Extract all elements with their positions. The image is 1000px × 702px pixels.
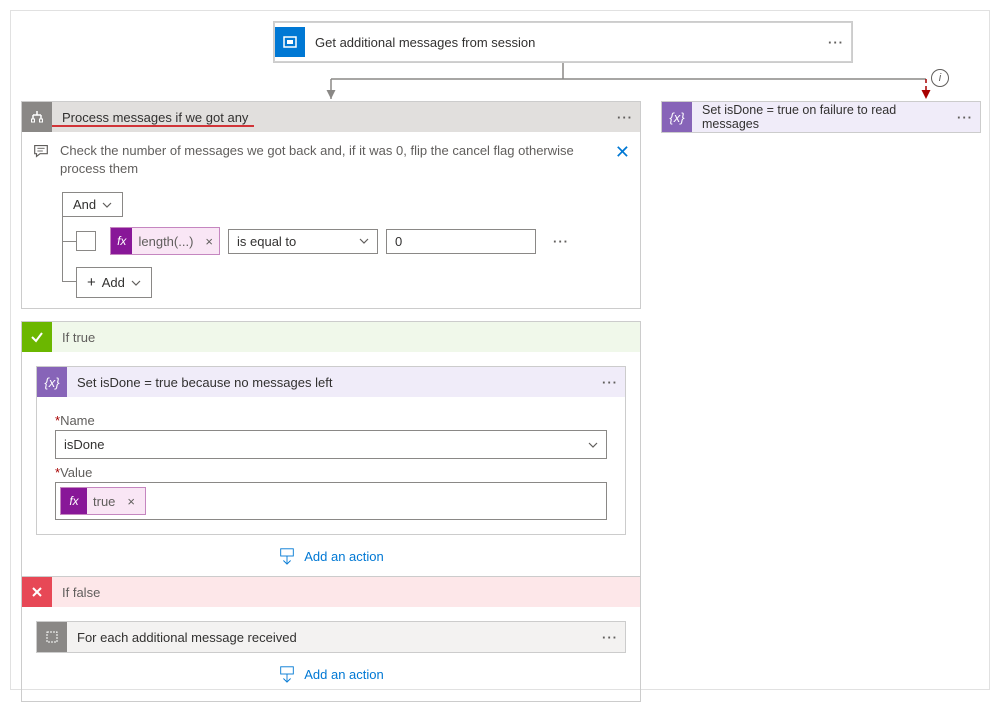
more-menu-icon[interactable]: ··· bbox=[821, 35, 851, 50]
condition-card: Process messages if we got any ··· ✕ Che… bbox=[21, 101, 641, 309]
comment-icon bbox=[32, 142, 52, 162]
failure-action-header[interactable]: {x} Set isDone = true on failure to read… bbox=[662, 102, 980, 132]
action-title: Set isDone = true on failure to read mes… bbox=[692, 103, 950, 131]
set-variable-header[interactable]: {x} Set isDone = true because no message… bbox=[37, 367, 625, 397]
condition-header[interactable]: Process messages if we got any ··· bbox=[22, 102, 640, 132]
foreach-header[interactable]: For each additional message received ··· bbox=[37, 622, 625, 652]
if-true-title: If true bbox=[52, 330, 640, 345]
if-true-header[interactable]: If true bbox=[22, 322, 640, 352]
condition-row: fx length(...) × is equal to 0 ··· bbox=[76, 227, 606, 255]
add-action-icon bbox=[278, 665, 296, 683]
close-comment-icon[interactable]: ✕ bbox=[615, 142, 630, 163]
failure-action-card: {x} Set isDone = true on failure to read… bbox=[661, 101, 981, 133]
name-select[interactable]: isDone bbox=[55, 430, 607, 459]
expression-pill[interactable]: fx length(...) × bbox=[110, 227, 220, 255]
fx-icon: fx bbox=[111, 228, 132, 254]
foreach-action: For each additional message received ··· bbox=[36, 621, 626, 653]
more-menu-icon[interactable]: ··· bbox=[595, 630, 625, 645]
if-false-branch: If false For each additional message rec… bbox=[21, 576, 641, 702]
x-icon bbox=[22, 577, 52, 607]
condition-icon bbox=[22, 102, 52, 132]
add-condition-button[interactable]: + Add bbox=[76, 267, 152, 298]
foreach-icon bbox=[37, 622, 67, 652]
if-false-title: If false bbox=[52, 585, 640, 600]
action-get-additional-messages[interactable]: Get additional messages from session ··· bbox=[273, 21, 853, 63]
value-input[interactable]: 0 bbox=[386, 229, 536, 254]
value-field-label: *Value bbox=[55, 465, 607, 480]
chevron-down-icon bbox=[588, 440, 598, 450]
action-title: For each additional message received bbox=[67, 630, 595, 645]
chevron-down-icon bbox=[102, 200, 112, 210]
checkmark-icon bbox=[22, 322, 52, 352]
if-true-branch: If true {x} Set isDone = true because no… bbox=[21, 321, 641, 584]
plus-icon: + bbox=[87, 274, 96, 291]
action-title: Get additional messages from session bbox=[305, 35, 821, 50]
variable-icon: {x} bbox=[662, 102, 692, 132]
if-false-header[interactable]: If false bbox=[22, 577, 640, 607]
variable-icon: {x} bbox=[37, 367, 67, 397]
more-menu-icon[interactable]: ··· bbox=[610, 110, 640, 125]
designer-canvas: i Get additional messages from session ·… bbox=[10, 10, 990, 690]
add-action-button[interactable]: Add an action bbox=[36, 535, 626, 569]
remove-token-icon[interactable]: × bbox=[121, 494, 141, 509]
condition-comment: Check the number of messages we got back… bbox=[60, 142, 606, 178]
run-after-info-icon[interactable]: i bbox=[931, 69, 949, 87]
servicebus-icon bbox=[275, 27, 305, 57]
fx-icon: fx bbox=[61, 488, 87, 514]
operator-select[interactable]: is equal to bbox=[228, 229, 378, 254]
more-menu-icon[interactable]: ··· bbox=[595, 375, 625, 390]
value-input[interactable]: fx true × bbox=[55, 482, 607, 520]
add-action-icon bbox=[278, 547, 296, 565]
validation-underline bbox=[52, 125, 254, 127]
chevron-down-icon bbox=[359, 236, 369, 246]
add-action-button[interactable]: Add an action bbox=[36, 653, 626, 687]
expression-pill[interactable]: fx true × bbox=[60, 487, 146, 515]
set-variable-action: {x} Set isDone = true because no message… bbox=[36, 366, 626, 535]
remove-token-icon[interactable]: × bbox=[199, 234, 219, 249]
chevron-down-icon bbox=[131, 278, 141, 288]
action-title: Set isDone = true because no messages le… bbox=[67, 375, 595, 390]
condition-title: Process messages if we got any bbox=[52, 110, 610, 125]
more-menu-icon[interactable]: ··· bbox=[950, 110, 980, 125]
row-more-icon[interactable]: ··· bbox=[546, 234, 576, 249]
row-checkbox[interactable] bbox=[76, 231, 96, 251]
name-field-label: *Name bbox=[55, 413, 607, 428]
